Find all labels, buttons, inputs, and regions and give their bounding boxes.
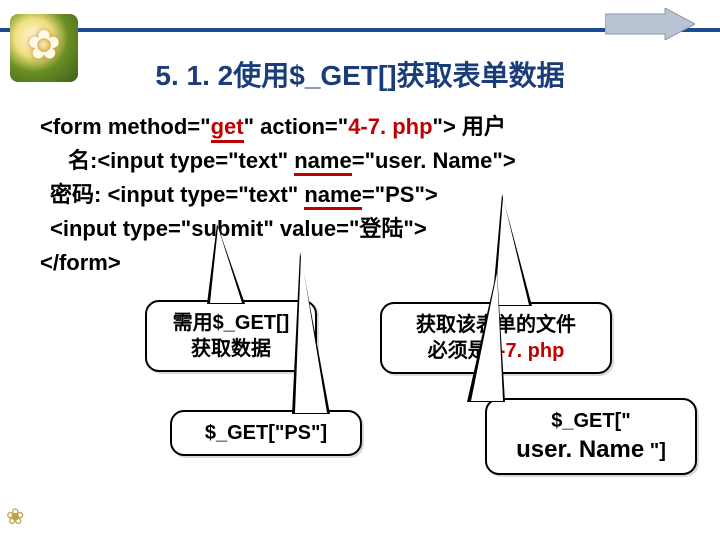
code-line-4: <input type="submit" value="登陆"> [40,212,680,246]
code-line-3: 密码: <input type="text" name="PS"> [40,178,680,212]
highlight-name: name [294,148,351,176]
callout-text: "] [644,440,666,462]
code-line-2: 名:<input type="text" name="user. Name"> [40,144,680,178]
arrow-decoration [605,8,695,40]
callout-username-note: $_GET[" user. Name "] [485,398,697,475]
code-line-5: </form> [40,246,680,280]
callout-text: user. Name [516,436,644,463]
callout-text: $_GET["PS"] [205,422,327,444]
callout-text: 需用$_GET[] [161,310,301,336]
code-text: ="user. Name"> [352,148,516,173]
code-text: 名:<input type="text" [68,148,294,173]
callout-ps-note: $_GET["PS"] [170,410,362,456]
flower-corner-icon: ❀ [6,504,36,534]
code-text: <form method=" [40,114,211,139]
code-text: " action=" [244,114,349,139]
callout-text: 获取数据 [161,336,301,362]
highlight-get: get [211,114,244,143]
code-text: "> 用户 [433,114,506,139]
code-line-1: <form method="get" action="4-7. php"> 用户 [40,110,680,144]
code-text: ="PS"> [362,182,438,207]
code-block: <form method="get" action="4-7. php"> 用户… [40,110,680,280]
highlight-action: 4-7. php [348,114,432,139]
highlight-name: name [304,182,361,210]
slide-title: 5. 1. 2使用$_GET[]获取表单数据 [0,54,720,94]
code-text: 密码: <input type="text" [50,182,304,207]
callout-text: $_GET[" [551,410,631,432]
